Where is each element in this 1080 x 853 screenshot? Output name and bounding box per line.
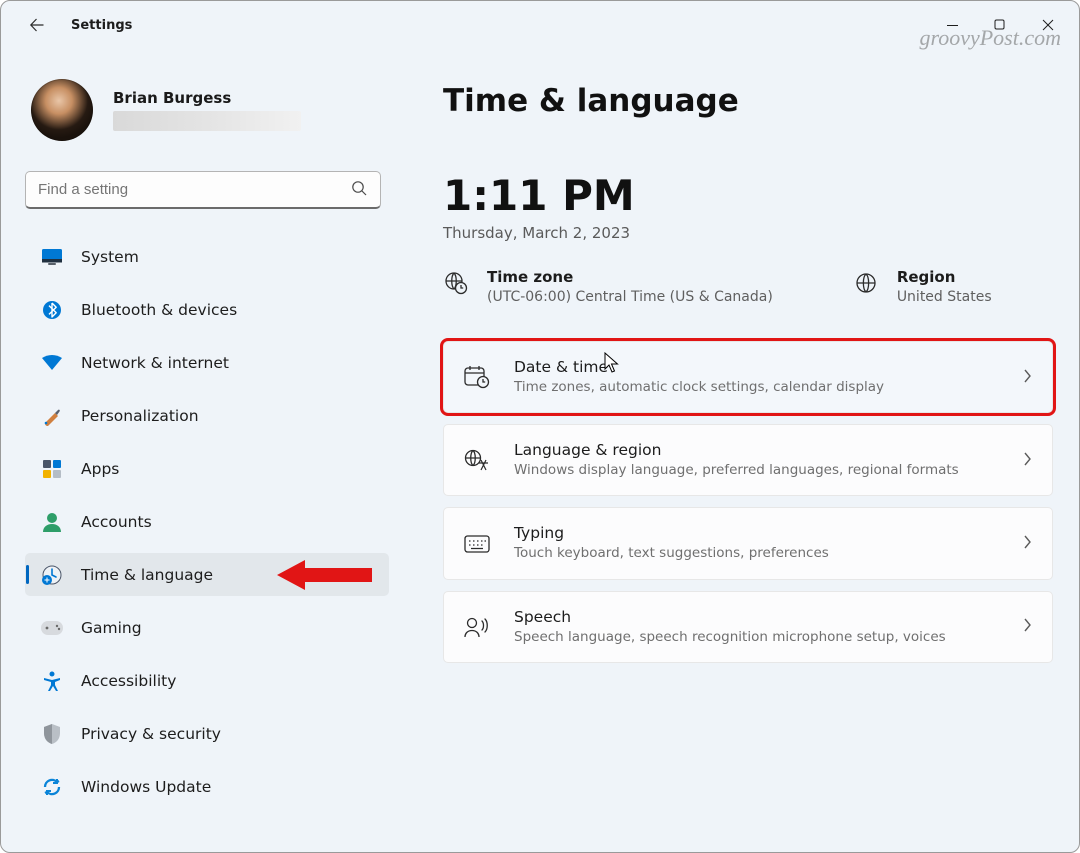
sidebar: Brian Burgess System — [1, 49, 399, 852]
region-value: United States — [897, 289, 992, 305]
sidebar-item-personalization[interactable]: Personalization — [25, 394, 389, 437]
sidebar-item-system[interactable]: System — [25, 235, 389, 278]
maximize-button[interactable] — [977, 9, 1023, 41]
apps-icon — [39, 458, 65, 480]
timezone-icon — [443, 270, 469, 296]
region-label: Region — [897, 268, 992, 286]
profile-card[interactable]: Brian Burgess — [25, 79, 389, 141]
option-desc: Speech language, speech recognition micr… — [514, 628, 1012, 646]
chevron-right-icon — [1022, 368, 1032, 387]
option-title: Date & time — [514, 358, 1012, 376]
option-speech[interactable]: Speech Speech language, speech recogniti… — [443, 591, 1053, 663]
timezone-label: Time zone — [487, 268, 773, 286]
gaming-icon — [39, 617, 65, 639]
date-time-icon — [462, 364, 492, 390]
option-typing[interactable]: Typing Touch keyboard, text suggestions,… — [443, 507, 1053, 579]
option-desc: Windows display language, preferred lang… — [514, 461, 1012, 479]
sidebar-item-label: Gaming — [81, 619, 142, 637]
sidebar-item-label: Privacy & security — [81, 725, 221, 743]
timezone-info[interactable]: Time zone (UTC-06:00) Central Time (US &… — [443, 268, 773, 305]
sidebar-item-time-language[interactable]: Time & language — [25, 553, 389, 596]
close-button[interactable] — [1025, 9, 1071, 41]
chevron-right-icon — [1022, 534, 1032, 553]
network-icon — [39, 352, 65, 374]
annotation-arrow-icon — [277, 555, 372, 595]
window-controls — [929, 9, 1071, 41]
sidebar-item-label: Time & language — [81, 566, 213, 584]
sidebar-item-apps[interactable]: Apps — [25, 447, 389, 490]
typing-icon — [462, 531, 492, 557]
region-icon — [853, 270, 879, 296]
clock-date: Thursday, March 2, 2023 — [443, 224, 1053, 242]
clock-time: 1:11 PM — [443, 171, 1053, 220]
windows-update-icon — [39, 776, 65, 798]
sidebar-item-label: Accessibility — [81, 672, 176, 690]
sidebar-item-label: Accounts — [81, 513, 152, 531]
privacy-icon — [39, 723, 65, 745]
system-icon — [39, 246, 65, 268]
sidebar-item-label: Network & internet — [81, 354, 229, 372]
option-language-region[interactable]: Language & region Windows display langua… — [443, 424, 1053, 496]
personalization-icon — [39, 405, 65, 427]
search-input[interactable] — [25, 171, 381, 209]
search-icon — [351, 180, 367, 200]
accounts-icon — [39, 511, 65, 533]
sidebar-item-accessibility[interactable]: Accessibility — [25, 659, 389, 702]
bluetooth-icon — [39, 299, 65, 321]
accessibility-icon — [39, 670, 65, 692]
sidebar-item-label: Windows Update — [81, 778, 211, 796]
sidebar-item-gaming[interactable]: Gaming — [25, 606, 389, 649]
settings-window: Settings groovyPost.com Brian Burgess — [0, 0, 1080, 853]
sidebar-item-accounts[interactable]: Accounts — [25, 500, 389, 543]
speech-icon — [462, 614, 492, 640]
sidebar-item-bluetooth[interactable]: Bluetooth & devices — [25, 288, 389, 331]
profile-email-redacted — [113, 111, 301, 131]
sidebar-item-label: System — [81, 248, 139, 266]
option-desc: Time zones, automatic clock settings, ca… — [514, 378, 1012, 396]
option-date-time[interactable]: Date & time Time zones, automatic clock … — [443, 341, 1053, 413]
option-title: Typing — [514, 524, 1012, 542]
minimize-button[interactable] — [929, 9, 975, 41]
timezone-value: (UTC-06:00) Central Time (US & Canada) — [487, 289, 773, 305]
app-title: Settings — [71, 18, 132, 33]
region-info[interactable]: Region United States — [853, 268, 992, 305]
option-desc: Touch keyboard, text suggestions, prefer… — [514, 544, 1012, 562]
sidebar-item-label: Apps — [81, 460, 119, 478]
sidebar-item-label: Bluetooth & devices — [81, 301, 237, 319]
option-title: Speech — [514, 608, 1012, 626]
sidebar-item-windows-update[interactable]: Windows Update — [25, 765, 389, 808]
main-content: Time & language 1:11 PM Thursday, March … — [399, 49, 1079, 852]
chevron-right-icon — [1022, 617, 1032, 636]
back-button[interactable] — [21, 9, 53, 41]
sidebar-item-label: Personalization — [81, 407, 199, 425]
chevron-right-icon — [1022, 451, 1032, 470]
avatar — [31, 79, 93, 141]
option-title: Language & region — [514, 441, 1012, 459]
sidebar-item-privacy[interactable]: Privacy & security — [25, 712, 389, 755]
info-row: Time zone (UTC-06:00) Central Time (US &… — [443, 268, 1053, 305]
time-language-icon — [39, 564, 65, 586]
sidebar-item-network[interactable]: Network & internet — [25, 341, 389, 384]
nav-list: System Bluetooth & devices Network & int… — [25, 235, 389, 808]
language-region-icon — [462, 447, 492, 473]
search-wrap — [25, 171, 389, 209]
page-title: Time & language — [443, 83, 1053, 119]
profile-name: Brian Burgess — [113, 89, 301, 107]
titlebar: Settings — [1, 1, 1079, 49]
